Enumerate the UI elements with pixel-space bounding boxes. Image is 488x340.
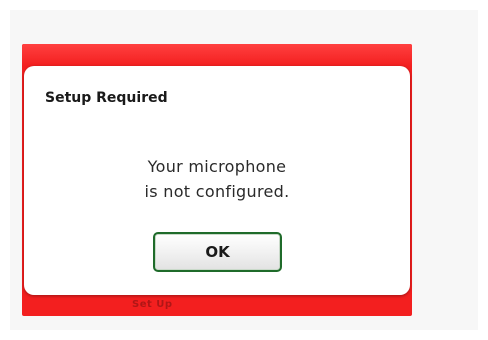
dialog-message: Your microphone is not configured. [24, 154, 410, 204]
dialog-message-line-1: Your microphone [147, 157, 287, 176]
dialog-message-line-2: is not configured. [144, 182, 290, 201]
setup-required-dialog: Setup Required Your microphone is not co… [24, 66, 410, 295]
background-window-header [22, 44, 412, 66]
dialog-title: Setup Required [45, 90, 168, 106]
ok-button[interactable]: OK [153, 232, 282, 272]
background-window-obscured-label: Set Up [132, 299, 173, 310]
